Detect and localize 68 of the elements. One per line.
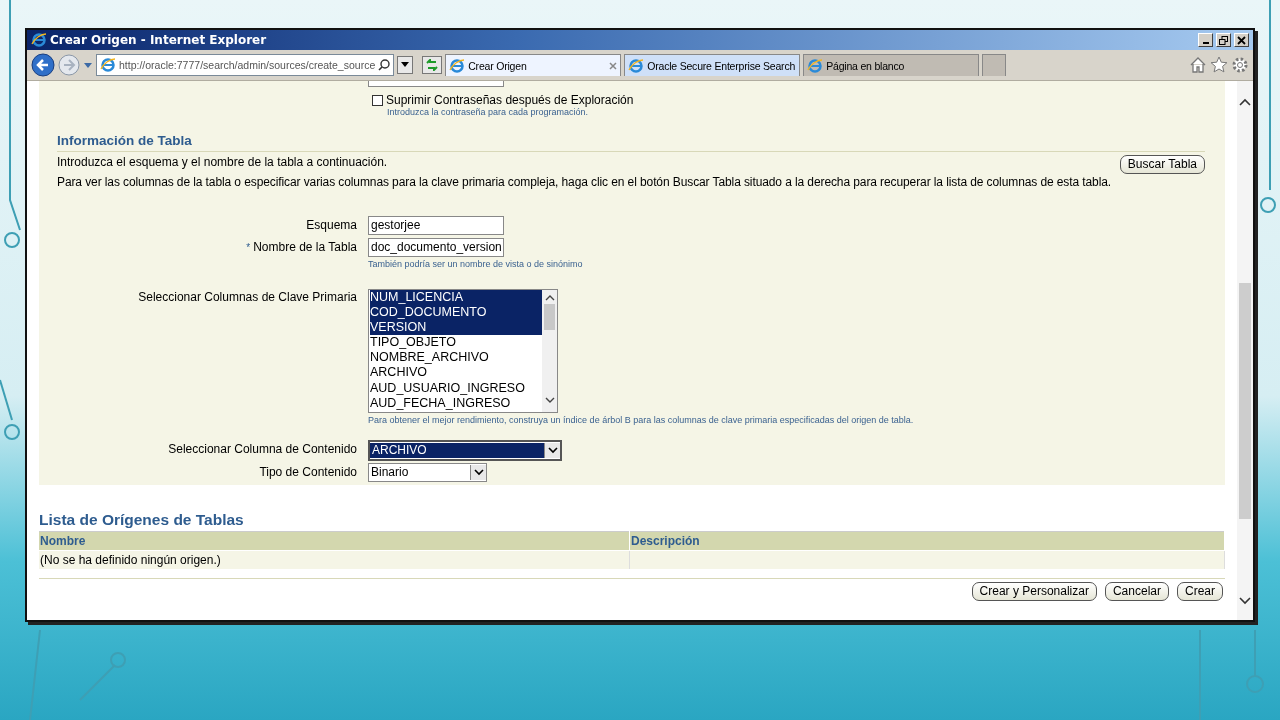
- list-option[interactable]: NOMBRE_ARCHIVO: [370, 350, 542, 366]
- caret-icon: [401, 62, 410, 68]
- browser-icon: [449, 57, 466, 74]
- required-mark: *: [246, 241, 251, 253]
- checkbox[interactable]: [372, 94, 383, 106]
- search-icon[interactable]: [378, 59, 391, 71]
- field-label: Nombre de la Tabla: [253, 239, 357, 254]
- refresh-button[interactable]: [422, 56, 443, 74]
- list-option[interactable]: NUM_LICENCIA: [370, 289, 542, 305]
- browser-icon: [628, 57, 645, 74]
- column-header: Nombre: [39, 531, 630, 550]
- address-field[interactable]: http://oracle:7777/search/admin/sources/create_source: [96, 54, 395, 76]
- close-tab-icon[interactable]: [609, 61, 618, 70]
- section-title: Lista de Orígenes de Tablas: [39, 510, 245, 529]
- instruction-text: Para ver las columnas de la tabla o especificar varias columnas para la clave primaria compleja, haga clic en el botón Buscar Tabla situado a la derecha para recuperar la lista de columnas de esta tabla.: [57, 173, 1113, 191]
- table-cell: (No se ha definido ningún origen.): [39, 550, 630, 569]
- browser-tab[interactable]: Página en blanco: [803, 54, 980, 76]
- action-button[interactable]: Crear: [1177, 581, 1223, 601]
- new-tab-button[interactable]: [982, 54, 1007, 76]
- password-field[interactable]: [368, 81, 504, 87]
- column-listbox[interactable]: NUM_LICENCIA COD_DOCUMENTO VERSION TIPO_OBJETO NOMBRE_ARCHIVO ARCHIVO AUD_USUARIO_INGRESO AUD_FECHA_INGRESO: [368, 288, 558, 413]
- section-title: Información de Tabla: [57, 133, 1205, 152]
- select-field[interactable]: Binario: [368, 462, 487, 482]
- dropdown-button[interactable]: [397, 56, 414, 74]
- caret-icon[interactable]: [83, 61, 93, 69]
- search-table-button[interactable]: Buscar Tabla: [1119, 154, 1205, 174]
- scrollbar-thumb[interactable]: [544, 303, 555, 330]
- hint-text: También podría ser un nombre de vista o de sinónimo: [368, 258, 584, 269]
- hint-text: Introduzca la contraseña para cada programación.: [387, 107, 590, 117]
- scrollbar[interactable]: [542, 289, 557, 412]
- select-field[interactable]: ARCHIVO: [368, 439, 562, 461]
- list-option[interactable]: ARCHIVO: [370, 365, 542, 381]
- text-field[interactable]: doc_documento_version: [368, 237, 504, 257]
- window-title: Crear Origen - Internet Explorer: [50, 33, 268, 47]
- close-button[interactable]: [1234, 33, 1249, 47]
- field-label: Tipo de Contenido: [259, 464, 357, 479]
- field-label: Esquema: [306, 217, 357, 232]
- action-button[interactable]: Crear y Personalizar: [971, 581, 1097, 601]
- browser-tab[interactable]: Crear Origen: [445, 54, 622, 76]
- caret-icon: [473, 468, 484, 476]
- browser-tab[interactable]: Oracle Secure Enterprise Search: [624, 54, 801, 76]
- settings-icon[interactable]: [1231, 56, 1249, 74]
- scrollbar-thumb[interactable]: [1239, 283, 1251, 519]
- action-button[interactable]: Cancelar: [1104, 581, 1169, 601]
- scroll-up-icon[interactable]: [1239, 97, 1251, 107]
- checkbox-label: Suprimir Contraseñas después de Exploración: [386, 93, 634, 107]
- field-label: Seleccionar Columnas de Clave Primaria: [138, 289, 357, 304]
- column-header: Descripción: [629, 531, 1225, 550]
- minimize-button[interactable]: [1198, 33, 1213, 47]
- field-label: Seleccionar Columna de Contenido: [168, 441, 357, 456]
- home-icon[interactable]: [1189, 56, 1207, 74]
- back-button[interactable]: [31, 53, 55, 77]
- list-option[interactable]: AUD_USUARIO_INGRESO: [370, 380, 542, 396]
- scroll-down-icon[interactable]: [544, 395, 555, 404]
- list-option[interactable]: AUD_FECHA_INGRESO: [370, 395, 542, 411]
- instruction-text: Introduzca el esquema y el nombre de la tabla a continuación.: [57, 154, 389, 171]
- star-icon[interactable]: [1210, 56, 1228, 74]
- restore-button[interactable]: [1216, 33, 1231, 47]
- scroll-down-icon[interactable]: [1239, 596, 1251, 606]
- browser-icon: [807, 57, 824, 74]
- caret-icon: [547, 446, 558, 454]
- text-field[interactable]: gestorjee: [368, 215, 504, 235]
- scroll-up-icon[interactable]: [544, 293, 555, 302]
- page-scrollbar[interactable]: [1237, 81, 1253, 620]
- page-icon: [100, 57, 116, 73]
- list-option[interactable]: TIPO_OBJETO: [370, 335, 542, 351]
- browser-logo-icon: [31, 32, 47, 48]
- hint-text: Para obtener el mejor rendimiento, construya un índice de árbol B para las columnas de clave primaria especificadas del origen de tabla.: [368, 414, 915, 425]
